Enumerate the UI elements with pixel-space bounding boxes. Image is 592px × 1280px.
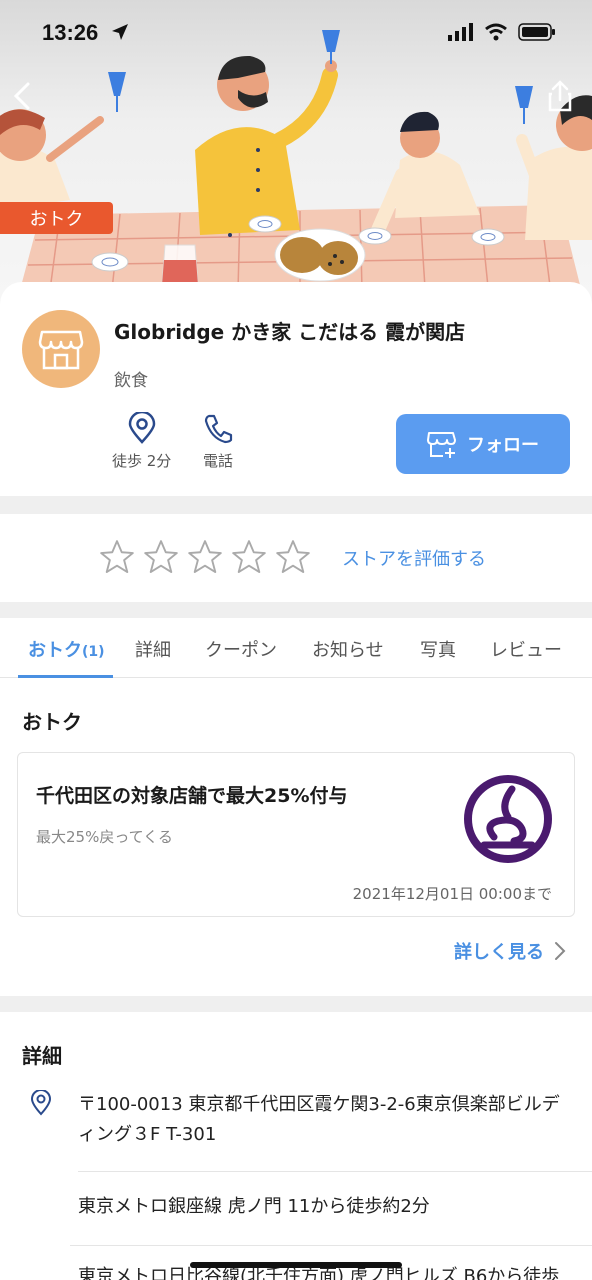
status-time: 13:26 (42, 20, 99, 45)
star-icon-3[interactable] (186, 538, 224, 576)
star-icon-1[interactable] (98, 538, 136, 576)
rating-section: ストアを評価する (0, 514, 592, 602)
details-section: 詳細 〒100-0013 東京都千代田区霞ケ関3-2-6東京倶楽部ビルディング３… (0, 1012, 592, 1280)
location-arrow-icon (112, 24, 128, 40)
tab-details[interactable]: 詳細 (135, 636, 171, 662)
follow-button[interactable]: フォロー (396, 414, 570, 474)
address-text[interactable]: 〒100-0013 東京都千代田区霞ケ関3-2-6東京倶楽部ビルディング３F T… (78, 1090, 592, 1172)
tab-deals[interactable]: おトク(1) (28, 636, 105, 662)
tab-news[interactable]: お知らせ (312, 636, 384, 662)
star-rating[interactable] (98, 538, 312, 576)
see-more-label: 詳しく見る (454, 942, 544, 963)
store-name: Globridge かき家 こだはる 霞が関店 (114, 320, 466, 344)
star-icon-4[interactable] (230, 538, 268, 576)
status-bar: 13:26 (0, 0, 592, 64)
phone-icon (204, 414, 233, 444)
store-add-icon (427, 432, 456, 458)
tab-coupon[interactable]: クーポン (205, 636, 277, 662)
details-section-title: 詳細 (22, 1044, 62, 1068)
home-indicator (190, 1262, 402, 1268)
tab-photos[interactable]: 写真 (420, 636, 456, 662)
chiyoda-ward-emblem-icon (464, 775, 552, 863)
store-category: 飲食 (114, 371, 148, 391)
deal-card[interactable]: 千代田区の対象店舗で最大25%付与 最大25%戻ってくる 2021年12月01日… (17, 752, 575, 917)
address-pin-icon (30, 1090, 52, 1116)
storefront-icon (38, 330, 84, 370)
store-info-card: Globridge かき家 こだはる 霞が関店 飲食 徒歩 2分 電話 フォロー (0, 282, 592, 496)
access-route-1: 東京メトロ銀座線 虎ノ門 11から徒歩約2分 (70, 1172, 592, 1246)
follow-label: フォロー (467, 435, 539, 456)
rate-store-link[interactable]: ストアを評価する (342, 545, 486, 571)
tab-deals-count: (1) (82, 644, 105, 660)
location-pin-icon (128, 412, 155, 444)
phone-action[interactable]: 電話 (203, 412, 233, 471)
chevron-right-icon (555, 942, 566, 960)
signal-icon (448, 23, 473, 41)
see-more-link[interactable]: 詳しく見る (454, 938, 566, 964)
hero-banner: 13:26 おトク (0, 0, 592, 300)
wifi-icon (485, 23, 507, 41)
store-avatar (22, 310, 100, 388)
tab-bar: おトク(1) 詳細 クーポン お知らせ 写真 レビュー (0, 618, 592, 678)
star-icon-5[interactable] (274, 538, 312, 576)
share-icon[interactable] (544, 78, 576, 114)
deals-section: おトク 千代田区の対象店舗で最大25%付与 最大25%戻ってくる 2021年12… (0, 678, 592, 996)
deal-title: 千代田区の対象店舗で最大25%付与 (36, 785, 348, 807)
back-chevron-icon[interactable] (8, 78, 40, 114)
walk-label: 徒歩 2分 (112, 452, 172, 470)
battery-icon (518, 23, 555, 41)
deal-subtitle: 最大25%戻ってくる (36, 828, 173, 846)
walk-distance-action[interactable]: 徒歩 2分 (112, 412, 171, 471)
deals-section-title: おトク (22, 710, 82, 734)
tab-reviews[interactable]: レビュー (490, 636, 562, 662)
tab-deals-label: おトク (28, 640, 82, 661)
deal-badge: おトク (0, 202, 113, 234)
phone-label: 電話 (203, 452, 234, 470)
star-icon-2[interactable] (142, 538, 180, 576)
status-icons (448, 22, 556, 42)
deal-expiry: 2021年12月01日 00:00まで (352, 885, 552, 903)
